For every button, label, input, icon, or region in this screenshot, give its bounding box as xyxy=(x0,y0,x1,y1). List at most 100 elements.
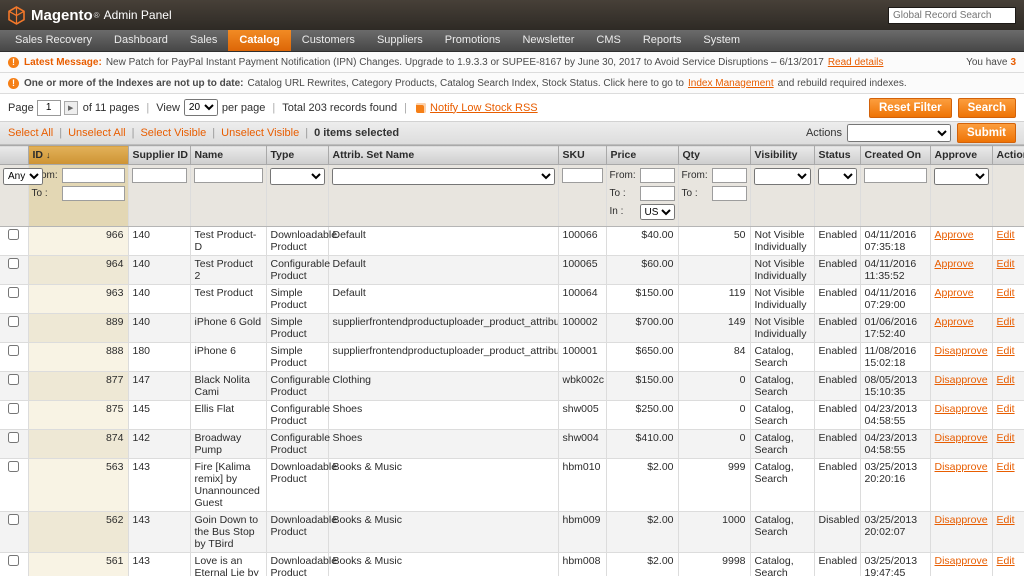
nav-tab-sales-recovery[interactable]: Sales Recovery xyxy=(4,30,103,51)
cell-approve: Disapprove xyxy=(930,553,992,576)
product-row: 964140Test Product 2Configurable Product… xyxy=(0,256,1024,285)
row-checkbox[interactable] xyxy=(8,514,19,525)
read-details-link[interactable]: Read details xyxy=(828,57,884,68)
column-header-name[interactable]: Name xyxy=(190,146,266,165)
row-checkbox[interactable] xyxy=(8,258,19,269)
edit-link[interactable]: Edit xyxy=(997,345,1015,357)
filter-created-on-input[interactable] xyxy=(864,168,927,183)
column-header-qty[interactable]: Qty xyxy=(678,146,750,165)
low-stock-rss-link[interactable]: Notify Low Stock RSS xyxy=(430,102,538,114)
edit-link[interactable]: Edit xyxy=(997,403,1015,415)
unselect-all-link[interactable]: Unselect All xyxy=(53,127,125,139)
disapprove-link[interactable]: Disapprove xyxy=(935,555,988,567)
edit-link[interactable]: Edit xyxy=(997,229,1015,241)
filter-price-to-input[interactable] xyxy=(640,186,675,201)
nav-tab-sales[interactable]: Sales xyxy=(179,30,229,51)
filter-qty-to-input[interactable] xyxy=(712,186,747,201)
nav-tab-newsletter[interactable]: Newsletter xyxy=(511,30,585,51)
row-checkbox[interactable] xyxy=(8,403,19,414)
edit-link[interactable]: Edit xyxy=(997,555,1015,567)
edit-link[interactable]: Edit xyxy=(997,374,1015,386)
filter-status-select[interactable] xyxy=(818,168,857,185)
disapprove-link[interactable]: Disapprove xyxy=(935,461,988,473)
filter-price-from-input[interactable] xyxy=(640,168,675,183)
approve-link[interactable]: Approve xyxy=(935,258,974,270)
next-page-button[interactable] xyxy=(64,101,78,115)
cell-sku: 100066 xyxy=(558,227,606,256)
massaction-any-select[interactable]: Any xyxy=(3,168,43,185)
nav-tab-system[interactable]: System xyxy=(692,30,751,51)
notification-count[interactable]: You have3 xyxy=(956,57,1016,68)
edit-link[interactable]: Edit xyxy=(997,258,1015,270)
disapprove-link[interactable]: Disapprove xyxy=(935,374,988,386)
edit-link[interactable]: Edit xyxy=(997,461,1015,473)
filter-name-input[interactable] xyxy=(194,168,263,183)
column-header-created-on[interactable]: Created On xyxy=(860,146,930,165)
column-header-sku[interactable]: SKU xyxy=(558,146,606,165)
filter-id-from-input[interactable] xyxy=(62,168,125,183)
filter-type-select[interactable] xyxy=(270,168,325,185)
cell-approve: Approve xyxy=(930,285,992,314)
column-header-supplier-id[interactable]: Supplier ID xyxy=(128,146,190,165)
filter-currency-select[interactable]: USD xyxy=(640,204,675,220)
cell-price: $2.00 xyxy=(606,459,678,512)
disapprove-link[interactable]: Disapprove xyxy=(935,345,988,357)
nav-tab-suppliers[interactable]: Suppliers xyxy=(366,30,434,51)
nav-tab-promotions[interactable]: Promotions xyxy=(434,30,512,51)
column-header-type[interactable]: Type xyxy=(266,146,328,165)
nav-tab-customers[interactable]: Customers xyxy=(291,30,366,51)
row-checkbox[interactable] xyxy=(8,432,19,443)
filter-approve-select[interactable] xyxy=(934,168,989,185)
edit-link[interactable]: Edit xyxy=(997,287,1015,299)
nav-tab-cms[interactable]: CMS xyxy=(585,30,631,51)
nav-tab-dashboard[interactable]: Dashboard xyxy=(103,30,179,51)
app-header: Magento ® Admin Panel xyxy=(0,0,1024,30)
per-page-select[interactable]: 20 xyxy=(184,99,218,116)
select-all-link[interactable]: Select All xyxy=(8,127,53,139)
edit-link[interactable]: Edit xyxy=(997,514,1015,526)
column-header-action[interactable]: Action xyxy=(992,146,1024,165)
cell-id: 964 xyxy=(28,256,128,285)
edit-link[interactable]: Edit xyxy=(997,432,1015,444)
disapprove-link[interactable]: Disapprove xyxy=(935,403,988,415)
submit-button[interactable]: Submit xyxy=(957,123,1016,143)
column-header-price[interactable]: Price xyxy=(606,146,678,165)
filter-qty-from-input[interactable] xyxy=(712,168,747,183)
nav-tab-catalog[interactable]: Catalog xyxy=(228,30,290,51)
nav-tab-reports[interactable]: Reports xyxy=(632,30,693,51)
cell-sku: hbm008 xyxy=(558,553,606,576)
column-header-status[interactable]: Status xyxy=(814,146,860,165)
filter-attrib-set-select[interactable] xyxy=(332,168,555,185)
filter-sku-input[interactable] xyxy=(562,168,603,183)
row-checkbox[interactable] xyxy=(8,461,19,472)
actions-select[interactable] xyxy=(847,124,951,142)
disapprove-link[interactable]: Disapprove xyxy=(935,432,988,444)
row-checkbox[interactable] xyxy=(8,229,19,240)
row-checkbox[interactable] xyxy=(8,555,19,566)
filter-id-to-input[interactable] xyxy=(62,186,125,201)
approve-link[interactable]: Approve xyxy=(935,316,974,328)
page-input[interactable] xyxy=(37,100,61,116)
row-checkbox[interactable] xyxy=(8,316,19,327)
filter-visibility-select[interactable] xyxy=(754,168,811,185)
cell-name: Love is an Eternal Lie by The Sleeping T… xyxy=(190,553,266,576)
column-header-id[interactable]: ID xyxy=(28,146,128,165)
column-header-visibility[interactable]: Visibility xyxy=(750,146,814,165)
select-visible-link[interactable]: Select Visible xyxy=(126,127,207,139)
column-header-attrib-set[interactable]: Attrib. Set Name xyxy=(328,146,558,165)
row-checkbox[interactable] xyxy=(8,374,19,385)
filter-supplier-id-input[interactable] xyxy=(132,168,187,183)
global-search-input[interactable] xyxy=(888,7,1016,24)
approve-link[interactable]: Approve xyxy=(935,229,974,241)
row-checkbox[interactable] xyxy=(8,287,19,298)
unselect-visible-link[interactable]: Unselect Visible xyxy=(206,127,299,139)
index-management-link[interactable]: Index Management xyxy=(688,78,774,89)
cell-checkbox xyxy=(0,512,28,553)
disapprove-link[interactable]: Disapprove xyxy=(935,514,988,526)
edit-link[interactable]: Edit xyxy=(997,316,1015,328)
search-button[interactable]: Search xyxy=(958,98,1016,118)
reset-filter-button[interactable]: Reset Filter xyxy=(869,98,952,118)
row-checkbox[interactable] xyxy=(8,345,19,356)
column-header-approve[interactable]: Approve xyxy=(930,146,992,165)
approve-link[interactable]: Approve xyxy=(935,287,974,299)
